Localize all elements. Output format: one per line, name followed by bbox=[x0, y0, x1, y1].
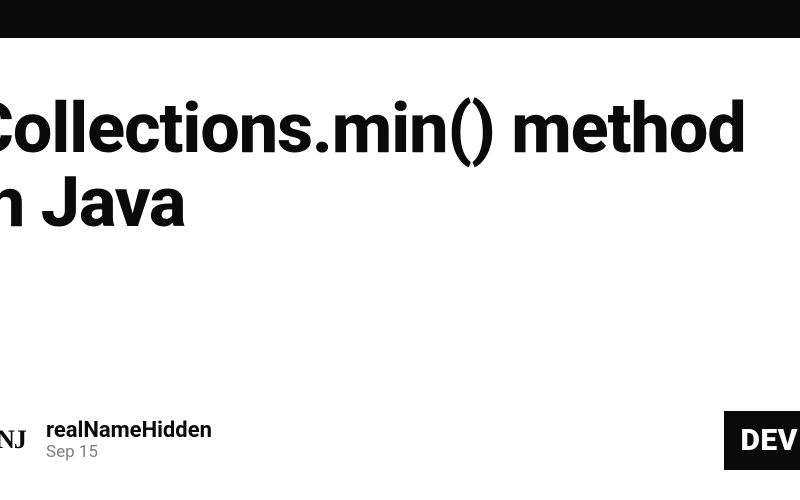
post-date: Sep 15 bbox=[46, 442, 212, 462]
article-title: Collections.min() method in Java bbox=[0, 93, 800, 240]
avatar: NJ bbox=[0, 419, 32, 461]
author-name[interactable]: realNameHidden bbox=[46, 418, 212, 443]
dev-badge[interactable]: DEV bbox=[724, 411, 800, 470]
main-content: Collections.min() method in Java bbox=[0, 38, 800, 240]
top-bar bbox=[0, 0, 800, 38]
author-row[interactable]: NJ realNameHidden Sep 15 bbox=[0, 418, 212, 462]
author-meta: realNameHidden Sep 15 bbox=[46, 418, 212, 462]
